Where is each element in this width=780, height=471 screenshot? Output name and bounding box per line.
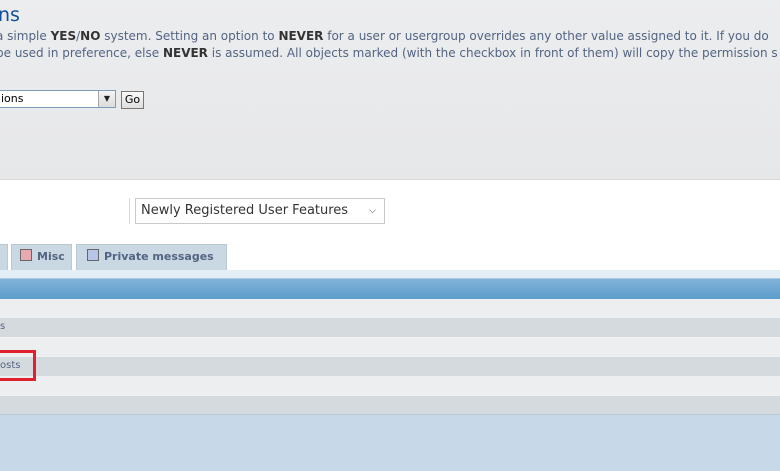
tab-misc[interactable]: Misc [11,244,72,270]
role-select[interactable]: Newly Registered User Features ⌵ [135,198,385,224]
permission-type-select[interactable]: ions ▼ [0,90,116,108]
description-segment: YES [50,29,77,43]
highlight-box [0,350,36,381]
table-row [0,338,780,356]
table-row: osts [0,357,780,376]
go-button[interactable]: Go [121,91,144,109]
table-row [0,377,780,395]
table-header-bar [0,278,780,299]
description-line-1: a simple YES/NO system. Setting an optio… [0,28,780,45]
description-segment: NEVER [162,46,208,60]
chevron-down-icon: ⌵ [369,206,376,216]
role-select-value: Newly Registered User Features [141,203,349,218]
page-header: ns a simple YES/NO system. Setting an op… [0,0,780,179]
description-segment: NO [80,29,101,43]
description-line-2: be used in preference, else NEVER is ass… [0,45,780,62]
tab-private-messages-label: Private messages [104,250,214,263]
permission-type-value: ions [1,92,24,105]
table-row: s [0,318,780,337]
table-row [0,299,780,317]
tab-private-messages[interactable]: Private messages [76,244,227,270]
private-messages-color-swatch-icon [87,249,99,261]
page-title: ns [0,4,20,26]
tab-misc-label: Misc [37,250,65,263]
description-segment: NEVER [278,29,324,43]
description-segment: be used in preference, else [0,46,163,60]
description-segment: is assumed. All objects marked (with the… [207,46,778,60]
misc-color-swatch-icon [20,249,32,261]
description-segment: for a user or usergroup overrides any ot… [323,29,769,43]
dropdown-arrow-icon[interactable]: ▼ [98,91,115,107]
description-segment: system. Setting an option to [100,29,279,43]
description-segment: a simple [0,29,51,43]
page-footer-area [0,414,780,471]
divider [129,198,130,224]
table-row [0,396,780,414]
page-description: a simple YES/NO system. Setting an optio… [0,28,780,62]
tab-previous[interactable] [0,244,8,270]
tab-panel-top [0,270,780,278]
